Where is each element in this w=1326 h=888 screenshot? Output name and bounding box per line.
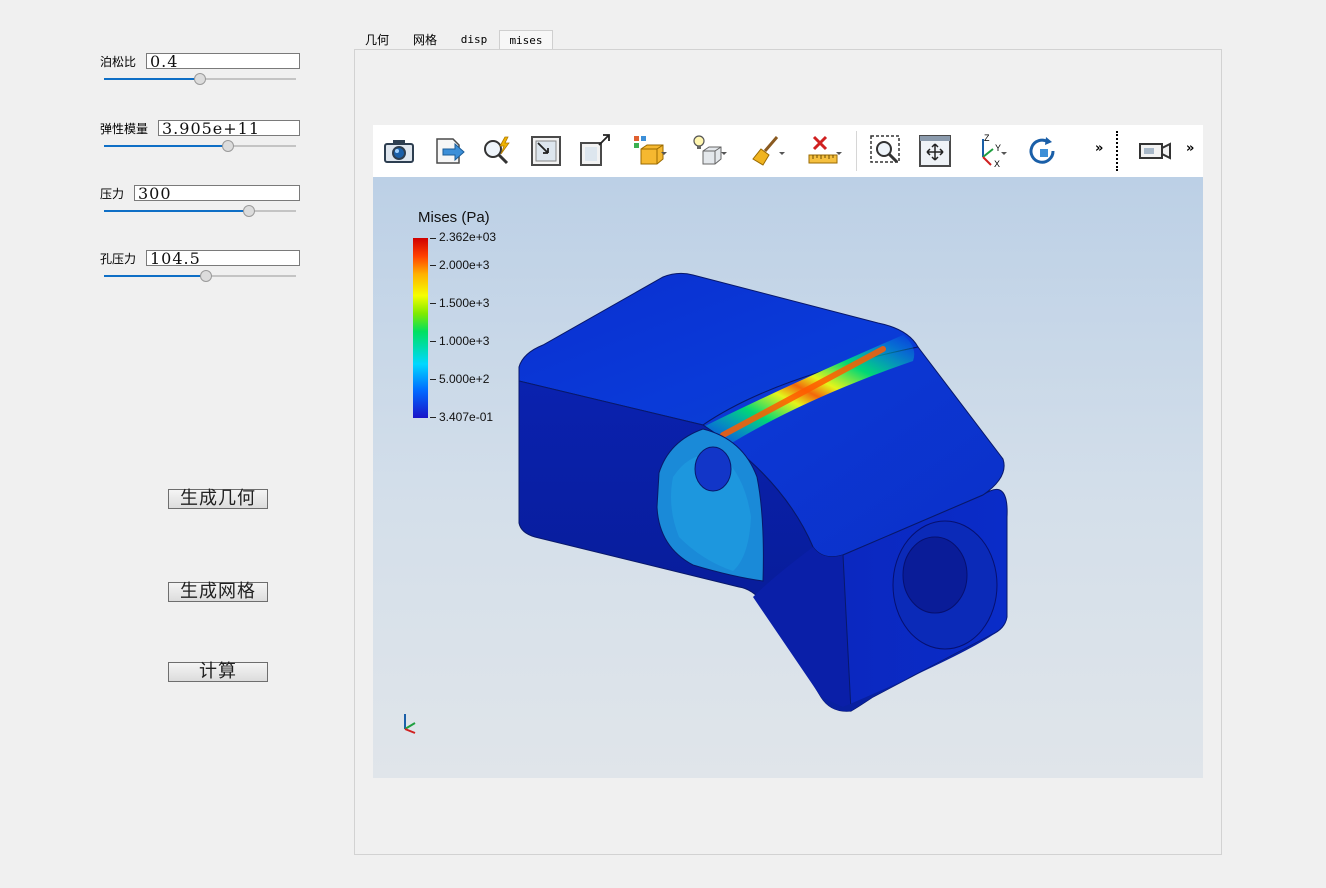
tab-mises[interactable]: mises <box>499 30 553 50</box>
zoom-to-data-icon[interactable] <box>479 133 515 169</box>
export-icon[interactable] <box>431 133 467 169</box>
camera-video-icon[interactable] <box>1137 133 1173 169</box>
rotate-icon[interactable] <box>1024 133 1060 169</box>
render-view[interactable]: Mises (Pa) 2.362e+03 2.000e+3 1.500e+3 1… <box>373 177 1203 778</box>
broom-icon[interactable] <box>749 133 785 169</box>
slider-handle[interactable] <box>194 73 206 85</box>
param-hole-pressure-input[interactable]: 104.5 <box>146 250 300 266</box>
slider-handle[interactable] <box>222 140 234 152</box>
param-modulus-slider[interactable] <box>104 139 296 153</box>
toolbar-overflow-1[interactable]: » <box>1095 141 1103 156</box>
light-cube-icon[interactable] <box>691 133 727 169</box>
param-pressure-slider[interactable] <box>104 204 296 218</box>
camera-icon[interactable] <box>381 133 417 169</box>
viewer-toolbar: ZYX » » <box>373 125 1203 177</box>
toolbar-overflow-2[interactable]: » <box>1186 141 1194 156</box>
axes-orient-icon[interactable]: ZYX <box>971 133 1007 169</box>
zoom-box-icon[interactable] <box>868 133 904 169</box>
slider-handle[interactable] <box>200 270 212 282</box>
ruler-delete-icon[interactable] <box>806 133 842 169</box>
svg-text:Y: Y <box>995 143 1001 153</box>
tab-geometry[interactable]: 几何 <box>358 30 396 50</box>
param-poisson-slider[interactable] <box>104 72 296 86</box>
generate-geometry-button[interactable]: 生成几何 <box>168 489 268 509</box>
param-poisson-label: 泊松比 <box>100 55 137 69</box>
param-pressure-label: 压力 <box>100 187 125 201</box>
param-poisson-input[interactable]: 0.4 <box>146 53 300 69</box>
param-modulus-label: 弹性模量 <box>100 122 149 136</box>
tab-mesh[interactable]: 网格 <box>405 30 445 50</box>
axes-orientation-icon <box>404 714 416 734</box>
tab-disp[interactable]: disp <box>455 30 493 50</box>
representation-icon[interactable] <box>631 133 667 169</box>
reset-camera-icon[interactable] <box>528 133 564 169</box>
param-modulus-input[interactable]: 3.905e+11 <box>158 120 300 136</box>
fit-view-icon[interactable] <box>917 133 953 169</box>
mises-stress-model <box>518 272 1008 712</box>
svg-text:X: X <box>994 159 1000 169</box>
svg-text:Z: Z <box>984 133 990 143</box>
param-hole-pressure-label: 孔压力 <box>100 252 137 266</box>
param-pressure-input[interactable]: 300 <box>134 185 300 201</box>
compute-button[interactable]: 计算 <box>168 662 268 682</box>
auto-scale-icon[interactable] <box>577 133 613 169</box>
slider-handle[interactable] <box>243 205 255 217</box>
generate-mesh-button[interactable]: 生成网格 <box>168 582 268 602</box>
param-hole-pressure-slider[interactable] <box>104 269 296 283</box>
